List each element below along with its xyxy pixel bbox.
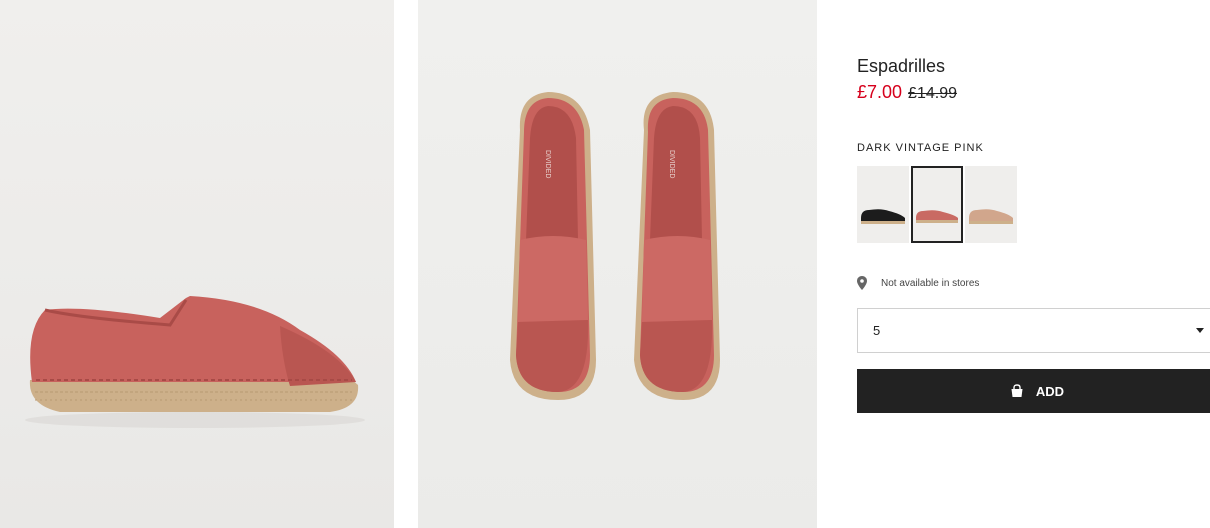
store-availability: Not available in stores: [857, 276, 979, 290]
swatch-rose-gold[interactable]: [965, 166, 1017, 243]
product-title: Espadrilles: [857, 56, 946, 76]
swatch-black[interactable]: [857, 166, 909, 243]
svg-text:DIVIDED: DIVIDED: [668, 150, 675, 178]
size-select[interactable]: 5: [857, 308, 1210, 353]
product-image-side[interactable]: [0, 0, 394, 528]
add-to-bag-button[interactable]: ADD: [857, 369, 1210, 413]
colour-swatches: [857, 166, 1019, 243]
selected-colour-name: DARK VINTAGE PINK: [857, 142, 984, 154]
product-image-top[interactable]: DIVIDED DIVIDED: [418, 0, 817, 528]
product-details-panel: Espadrilles £7.00 £14.99 DARK VINTAGE PIN…: [857, 0, 1210, 528]
price: £7.00 £14.99: [857, 82, 957, 103]
sale-price: £7.00: [857, 82, 903, 102]
location-pin-icon: [857, 276, 867, 290]
original-price: £14.99: [908, 85, 957, 102]
chevron-down-icon: [1196, 328, 1204, 333]
size-selected-value: 5: [873, 323, 881, 338]
availability-text: Not available in stores: [881, 277, 980, 289]
add-button-label: ADD: [1035, 383, 1065, 399]
swatch-dark-vintage-pink[interactable]: [911, 166, 963, 243]
shopping-bag-icon: [1010, 384, 1024, 398]
svg-text:DIVIDED: DIVIDED: [544, 150, 551, 178]
